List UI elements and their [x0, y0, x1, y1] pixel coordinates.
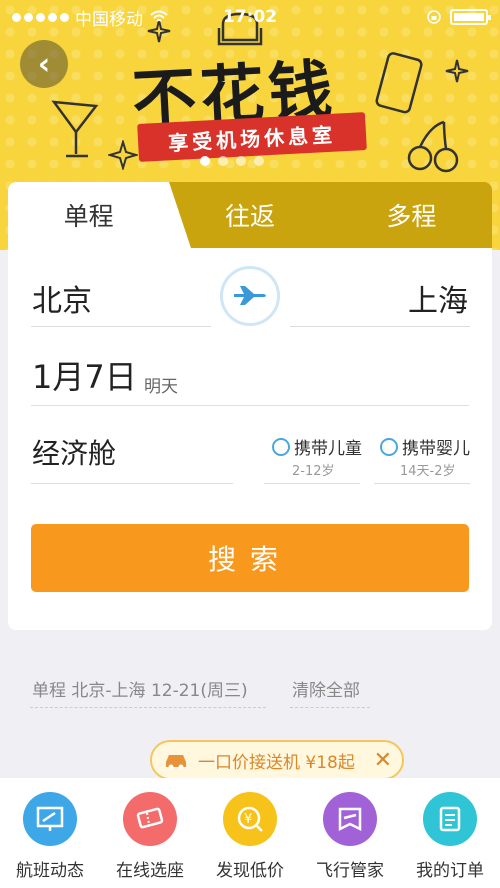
trip-type-tabs: 单程 往返 多程 [8, 182, 492, 248]
nav-label: 航班动态 [16, 861, 84, 881]
nav-label: 在线选座 [116, 861, 184, 881]
infant-age-range: 14天-2岁 [400, 464, 456, 479]
yuan-coin-icon: ¥ [223, 792, 277, 846]
nav-my-orders[interactable]: 我的订单 [400, 792, 500, 888]
airplane-icon [234, 286, 266, 305]
sparkle-icon [108, 140, 138, 170]
nav-label: 飞行管家 [316, 861, 384, 881]
radio-icon [272, 437, 290, 456]
tab-one-way[interactable]: 单程 [8, 182, 192, 248]
promo-label: 一口价接送机 ¥18起 [198, 752, 355, 773]
status-time: 17:02 [222, 7, 278, 27]
departure-date[interactable]: 1月7日 [32, 352, 137, 398]
wifi-icon [150, 10, 168, 22]
nav-label: 我的订单 [416, 861, 484, 881]
sparkle-icon [445, 59, 469, 83]
radio-icon [380, 437, 398, 456]
date-hint: 明天 [144, 377, 178, 397]
divider [30, 707, 266, 708]
ticket-icon [123, 792, 177, 846]
carousel-dot [254, 156, 264, 166]
tab-label: 多程 [386, 202, 437, 231]
airport-transfer-promo[interactable]: 一口价接送机 ¥18起 ✕ [150, 740, 404, 787]
nav-flight-status[interactable]: 航班动态 [0, 792, 100, 888]
arrival-city[interactable]: 上海 [408, 276, 468, 320]
close-icon[interactable]: ✕ [374, 748, 392, 773]
flight-search-form: 北京 上海 1月7日 明天 经济舱 携带儿童 2-12岁 携带婴儿 14天-2岁… [8, 248, 492, 630]
infant-label: 携带婴儿 [402, 439, 470, 459]
flight-board-icon [23, 792, 77, 846]
tab-multi-city[interactable]: 多程 [331, 182, 492, 248]
back-button[interactable]: ‹ [20, 40, 68, 88]
orientation-lock-icon [427, 10, 441, 24]
cabin-class-select[interactable]: 经济舱 [32, 432, 116, 472]
carousel-indicator [200, 156, 264, 166]
search-history-item[interactable]: 单程 北京-上海 12-21(周三) [32, 676, 248, 701]
signal-icon [12, 12, 69, 22]
divider [31, 326, 211, 327]
divider [290, 707, 370, 708]
chevron-left-icon: ‹ [37, 46, 51, 82]
flight-manager-icon [323, 792, 377, 846]
cherry-icon [407, 120, 459, 173]
search-button[interactable]: 搜索 [31, 524, 469, 592]
carrier-name: 中国移动 [75, 9, 143, 30]
nav-low-fares[interactable]: ¥ 发现低价 [200, 792, 300, 888]
phone-icon [375, 52, 423, 114]
divider [290, 326, 470, 327]
tab-label: 往返 [224, 202, 275, 231]
clear-history-button[interactable]: 清除全部 [292, 676, 360, 701]
child-age-range: 2-12岁 [292, 464, 335, 479]
child-checkbox[interactable]: 携带儿童 [272, 434, 362, 459]
bottom-navigation: 航班动态 在线选座 ¥ 发现低价 飞行管家 我的订单 [0, 778, 500, 888]
divider [374, 483, 470, 484]
carousel-dot-active [200, 156, 210, 166]
divider [31, 483, 233, 484]
tab-round-trip[interactable]: 往返 [169, 182, 330, 248]
car-icon [166, 755, 186, 770]
departure-city[interactable]: 北京 [32, 276, 92, 320]
infant-checkbox[interactable]: 携带婴儿 [380, 434, 470, 459]
battery-icon [450, 9, 491, 25]
carousel-dot [236, 156, 246, 166]
order-list-icon [423, 792, 477, 846]
status-bar: 中国移动 17:02 [0, 0, 500, 34]
swap-cities-button[interactable] [220, 266, 280, 326]
divider [264, 483, 360, 484]
svg-text:¥: ¥ [244, 812, 252, 827]
tab-label: 单程 [63, 202, 114, 231]
nav-seat-selection[interactable]: 在线选座 [100, 792, 200, 888]
carousel-dot [218, 156, 228, 166]
child-label: 携带儿童 [294, 439, 362, 459]
nav-label: 发现低价 [216, 861, 284, 881]
divider [31, 405, 469, 406]
nav-flight-manager[interactable]: 飞行管家 [300, 792, 400, 888]
cocktail-icon [51, 100, 99, 158]
